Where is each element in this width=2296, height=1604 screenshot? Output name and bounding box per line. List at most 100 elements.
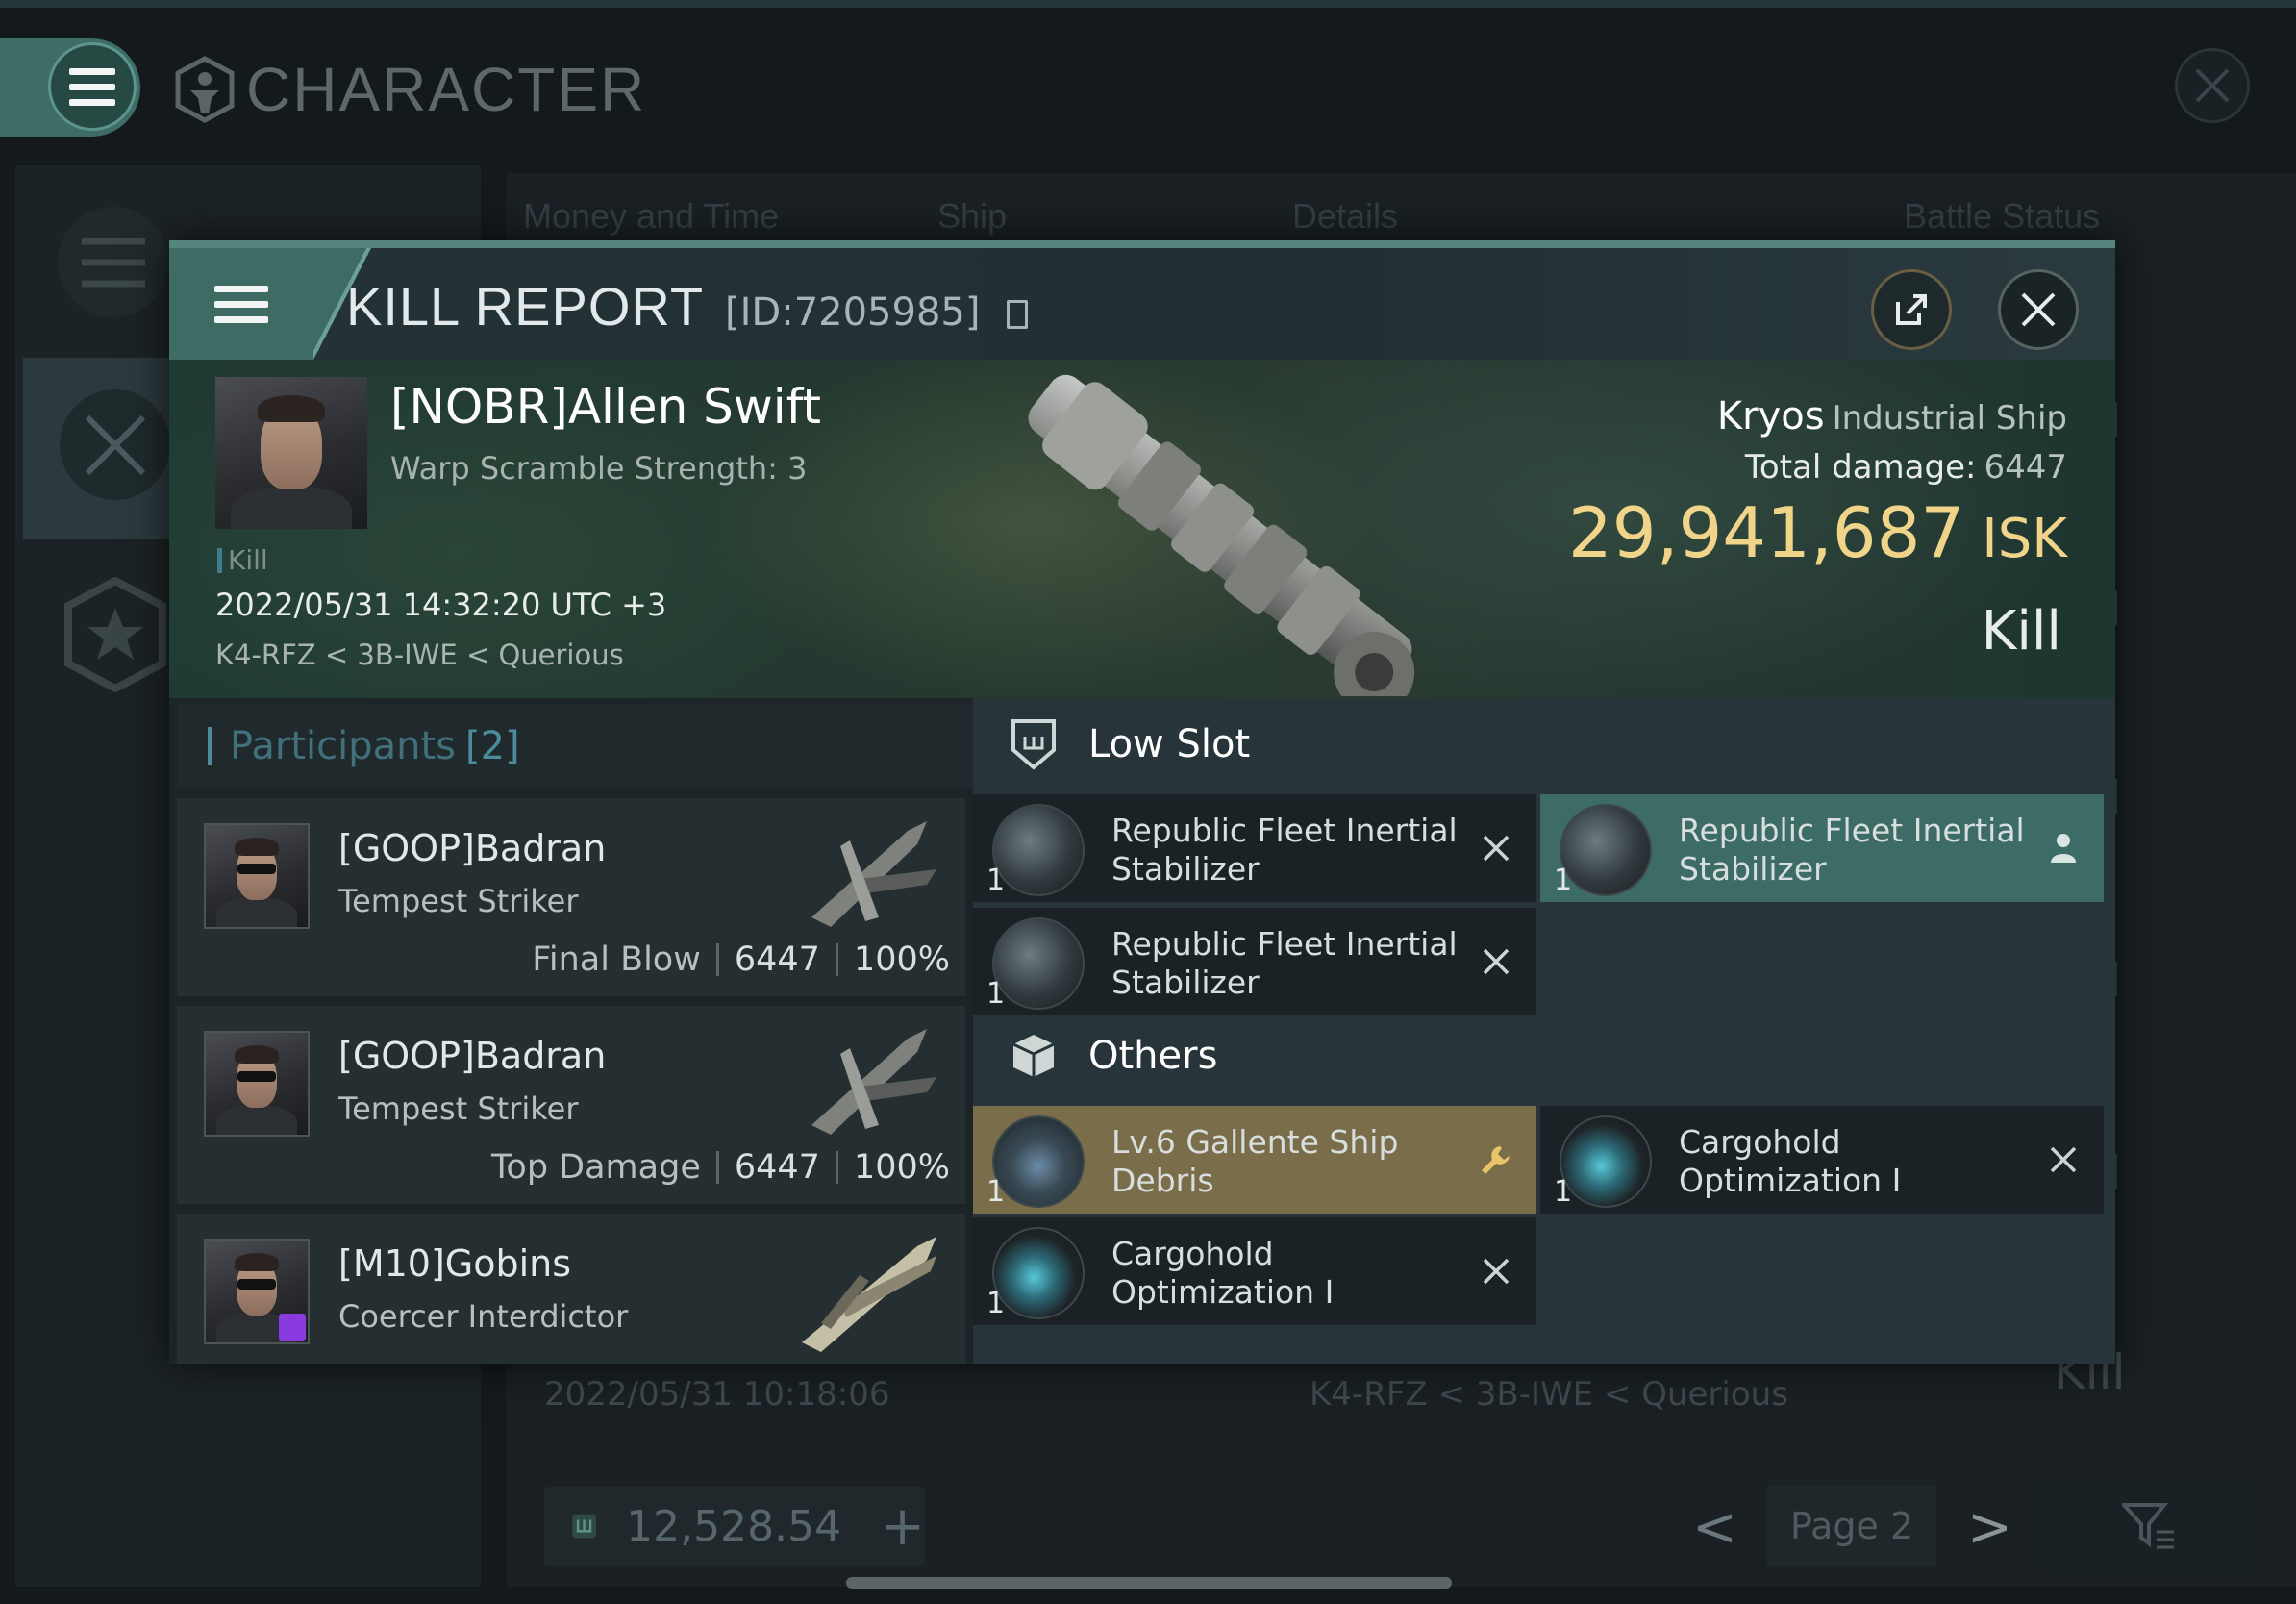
ship-debris-icon [992, 1115, 1085, 1208]
participant-ship: Coercer Interdictor [338, 1298, 629, 1335]
column-battle-status: Battle Status [1904, 196, 2101, 236]
dialog-title: KILL REPORT [ID:7205985] [346, 275, 1029, 338]
item-quantity: 1 [1554, 864, 1573, 897]
ship-info: Kryos Industrial Ship Total damage: 6447 2… [1568, 394, 2067, 573]
victim-subtitle: Warp Scramble Strength: 3 [390, 450, 808, 487]
fit-item[interactable]: 1 Republic Fleet Inertial Stabilizer [973, 794, 1536, 902]
isk-icon [572, 1514, 596, 1539]
add-funds-button[interactable]: + [880, 1495, 925, 1558]
victim-ship-image[interactable] [967, 369, 1486, 696]
filter-icon [2122, 1503, 2174, 1549]
hamburger-icon [69, 67, 115, 106]
main-menu-button[interactable] [48, 42, 137, 131]
item-name: Republic Fleet Inertial Stabilizer [1111, 925, 1458, 1001]
participant-label: Top Damage [490, 1148, 701, 1187]
wallet-bar: 12,528.54 + [544, 1487, 925, 1566]
item-name: Cargohold Optimization I [1111, 1235, 1335, 1311]
participants-count: [2] [464, 724, 520, 768]
participant-ship-image [802, 1237, 936, 1352]
page-title-text: CHARACTER [246, 55, 647, 124]
item-quantity: 1 [1554, 1175, 1573, 1209]
others-header: Others [973, 1010, 2115, 1102]
fit-item[interactable]: 1 Republic Fleet Inertial Stabilizer [973, 908, 1536, 1015]
item-name: Republic Fleet Inertial Stabilizer [1679, 812, 2025, 888]
item-name: Lv.6 Gallente Ship Debris [1111, 1123, 1399, 1199]
item-quantity: 1 [986, 1175, 1006, 1209]
character-icon [175, 56, 235, 123]
filter-button[interactable] [2042, 1479, 2256, 1571]
participant-stats: Top Damage 6447 100% [491, 1148, 950, 1187]
inertial-stabilizer-icon [992, 804, 1085, 896]
kill-location[interactable]: K4-RFZ < 3B-IWE < Querious [215, 639, 624, 671]
battle-status: Kill [1981, 600, 2061, 663]
close-icon [2021, 292, 2056, 327]
sidebar-favorites-button[interactable] [58, 572, 173, 697]
isk-value: 29,941,687 [1567, 492, 1965, 573]
participant-avatar[interactable] [204, 1239, 310, 1344]
column-money-time: Money and Time [523, 196, 780, 236]
cargohold-optimization-icon [1560, 1115, 1652, 1208]
participant-ship: Tempest Striker [338, 883, 579, 919]
copy-icon[interactable] [1007, 300, 1029, 329]
participant-percent: 100% [853, 940, 950, 979]
victim-tag-text: Kill [228, 544, 268, 576]
participant-row[interactable]: [GOOP]Badran Tempest Striker Final Blow … [177, 798, 965, 996]
participant-damage: 6447 [734, 940, 820, 979]
participant-avatar[interactable] [204, 1031, 310, 1137]
close-dialog-button[interactable] [1998, 269, 2079, 350]
column-details: Details [1292, 196, 1399, 236]
close-icon [2195, 68, 2230, 103]
dialog-menu-button[interactable] [169, 248, 313, 360]
page-title: CHARACTER [173, 54, 646, 125]
cargohold-optimization-icon [992, 1227, 1085, 1319]
next-page-button[interactable]: > [1967, 1496, 2012, 1559]
hamburger-icon [214, 285, 268, 323]
ship-name[interactable]: Kryos [1717, 394, 1825, 439]
participants-header[interactable]: Participants [2] [177, 704, 973, 789]
others-title: Others [1088, 1034, 1218, 1078]
row-date: 2022/05/31 10:18:06 [544, 1375, 890, 1414]
fit-item[interactable]: 1 Lv.6 Gallente Ship Debris [973, 1106, 1536, 1214]
participant-row[interactable]: [M10]Gobins Coercer Interdictor [177, 1214, 965, 1364]
total-damage-label: Total damage: [1744, 448, 1977, 487]
item-name: Republic Fleet Inertial Stabilizer [1111, 812, 1458, 888]
item-quantity: 1 [986, 977, 1006, 1011]
page-indicator: Page 2 [1767, 1485, 1936, 1567]
inertial-stabilizer-icon [992, 917, 1085, 1010]
participant-name: [GOOP]Badran [338, 827, 607, 869]
victim-banner: [NOBR]Allen Swift Warp Scramble Strength… [169, 360, 2115, 698]
close-page-button[interactable] [2175, 48, 2250, 123]
fit-item[interactable]: 1 Cargohold Optimization I [1540, 1106, 2104, 1214]
participants-panel: Participants [2] [GOOP]Badran Tempest St… [169, 698, 973, 1364]
participant-ship-image [811, 1029, 936, 1135]
star-shield-icon [64, 577, 166, 692]
share-button[interactable] [1871, 269, 1952, 350]
prev-page-button[interactable]: < [1692, 1496, 1737, 1559]
victim-avatar[interactable] [215, 377, 367, 529]
low-slot-header: Low Slot [973, 698, 2115, 790]
cargo-box-icon [1012, 1035, 1055, 1077]
ship-class: Industrial Ship [1832, 399, 2067, 438]
sidebar-kill-button[interactable] [60, 389, 170, 500]
destroyed-icon [1477, 1252, 1515, 1291]
fit-item[interactable]: 1 Cargohold Optimization I [973, 1217, 1536, 1325]
status-badge [279, 1314, 306, 1341]
report-id: [ID:7205985] [725, 290, 981, 335]
sidebar-list-button[interactable] [58, 207, 168, 317]
column-ship: Ship [937, 196, 1008, 236]
participants-title: Participants [230, 724, 456, 768]
fitted-person-icon [2044, 829, 2083, 867]
participant-stats: Final Blow 6447 100% [532, 940, 950, 979]
wrench-icon [1477, 1140, 1515, 1179]
participant-label: Final Blow [532, 940, 701, 979]
participant-avatar[interactable] [204, 823, 310, 929]
destroyed-icon [1477, 942, 1515, 981]
destroyed-icon [2044, 1140, 2083, 1179]
participant-damage: 6447 [734, 1148, 820, 1187]
scrollbar[interactable] [846, 1577, 1452, 1589]
fit-item[interactable]: 1 Republic Fleet Inertial Stabilizer [1540, 794, 2104, 902]
destroyed-icon [1477, 829, 1515, 867]
dialog-title-text: KILL REPORT [346, 276, 705, 337]
participant-row[interactable]: [GOOP]Badran Tempest Striker Top Damage … [177, 1006, 965, 1204]
victim-name[interactable]: [NOBR]Allen Swift [390, 379, 821, 435]
